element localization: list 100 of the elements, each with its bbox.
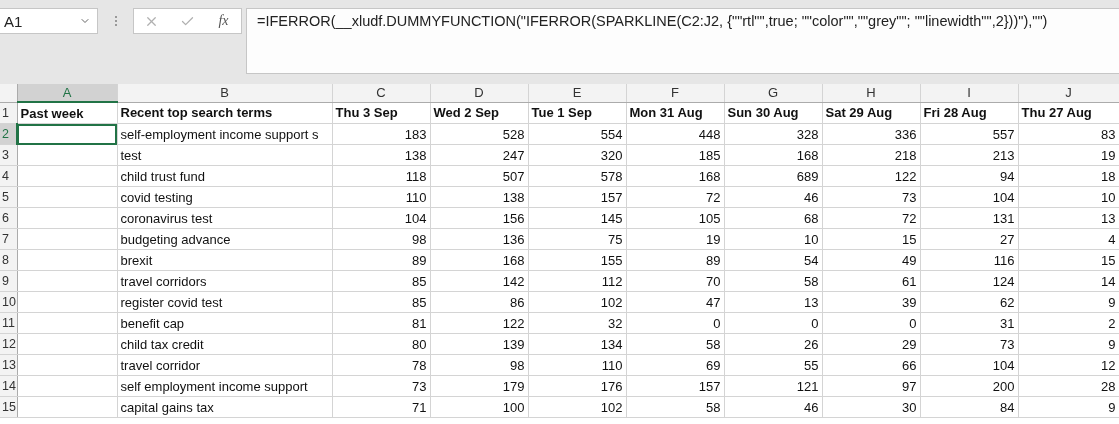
table-cell: 183 — [332, 123, 430, 145]
formula-text: =IFERROR(__xludf.DUMMYFUNCTION("IFERROR(SPARKLINE(C2:J2, {""rtl"",true; ""color"",""grey""; ""linewidth"",2}))"),"") — [257, 13, 1048, 29]
table-cell: 98 — [332, 228, 430, 250]
column-header[interactable]: D — [430, 84, 528, 102]
table-cell: 73 — [822, 186, 920, 208]
table-cell: 168 — [430, 249, 528, 271]
table-cell: 9 — [1018, 291, 1119, 313]
column-header[interactable]: G — [724, 84, 822, 102]
row-header[interactable]: 6 — [0, 207, 17, 229]
table-cell: 554 — [528, 123, 626, 145]
table-cell: travel corridor — [117, 354, 332, 376]
table-cell: 70 — [626, 270, 724, 292]
table-cell: 66 — [822, 354, 920, 376]
table-cell: 78 — [332, 354, 430, 376]
row-header[interactable]: 8 — [0, 249, 17, 271]
column-header[interactable]: A — [17, 84, 117, 102]
table-cell: 131 — [920, 207, 1018, 229]
table-cell: 54 — [724, 249, 822, 271]
selected-cell[interactable] — [17, 123, 117, 145]
insert-function-button[interactable]: fx — [216, 13, 231, 29]
table-cell: 62 — [920, 291, 1018, 313]
table-cell: 86 — [430, 291, 528, 313]
table-cell: 168 — [724, 144, 822, 166]
table-cell: 31 — [920, 312, 1018, 334]
table-cell: 18 — [1018, 165, 1119, 187]
row-header[interactable]: 14 — [0, 375, 17, 397]
row-header[interactable]: 12 — [0, 333, 17, 355]
table-cell: 138 — [430, 186, 528, 208]
row-header[interactable]: 13 — [0, 354, 17, 376]
table-cell: coronavirus test — [117, 207, 332, 229]
row-header[interactable]: 4 — [0, 165, 17, 187]
table-cell: 157 — [528, 186, 626, 208]
table-cell: 89 — [332, 249, 430, 271]
table-cell: 46 — [724, 396, 822, 418]
table-cell: 72 — [626, 186, 724, 208]
table-cell: 448 — [626, 123, 724, 145]
table-cell: test — [117, 144, 332, 166]
row-header[interactable]: 15 — [0, 396, 17, 418]
column-header[interactable]: F — [626, 84, 724, 102]
table-cell: 528 — [430, 123, 528, 145]
table-cell: 185 — [626, 144, 724, 166]
table-cell: 61 — [822, 270, 920, 292]
table-cell: 0 — [822, 312, 920, 334]
table-cell: 200 — [920, 375, 1018, 397]
table-cell: 179 — [430, 375, 528, 397]
row-header[interactable]: 11 — [0, 312, 17, 334]
row-header[interactable]: 1 — [0, 102, 17, 124]
table-cell: 104 — [920, 186, 1018, 208]
row-header[interactable]: 3 — [0, 144, 17, 166]
table-cell: 124 — [920, 270, 1018, 292]
table-cell: 176 — [528, 375, 626, 397]
column-header[interactable]: H — [822, 84, 920, 102]
table-cell: brexit — [117, 249, 332, 271]
column-title-cell: Recent top search terms — [117, 102, 332, 124]
column-title-cell: Sat 29 Aug — [822, 102, 920, 124]
table-cell: 0 — [724, 312, 822, 334]
table-cell: 89 — [626, 249, 724, 271]
table-cell: 102 — [528, 291, 626, 313]
table-cell: 30 — [822, 396, 920, 418]
table-cell: 4 — [1018, 228, 1119, 250]
table-cell: 110 — [528, 354, 626, 376]
table-cell: 15 — [1018, 249, 1119, 271]
table-cell: 27 — [920, 228, 1018, 250]
table-cell: covid testing — [117, 186, 332, 208]
table-cell: 73 — [332, 375, 430, 397]
table-cell: 0 — [626, 312, 724, 334]
table-cell: 104 — [332, 207, 430, 229]
table-cell: 55 — [724, 354, 822, 376]
table-cell: 84 — [920, 396, 1018, 418]
table-cell: self employment income support — [117, 375, 332, 397]
column-header[interactable]: J — [1018, 84, 1119, 102]
table-cell: 14 — [1018, 270, 1119, 292]
table-cell: 328 — [724, 123, 822, 145]
name-box[interactable]: A1 — [0, 8, 98, 34]
row-header[interactable]: 10 — [0, 291, 17, 313]
column-title-cell: Fri 28 Aug — [920, 102, 1018, 124]
column-header[interactable]: I — [920, 84, 1018, 102]
row-header[interactable]: 7 — [0, 228, 17, 250]
table-cell: 47 — [626, 291, 724, 313]
table-cell: 85 — [332, 291, 430, 313]
table-cell: 121 — [724, 375, 822, 397]
column-header[interactable]: E — [528, 84, 626, 102]
table-cell: 13 — [1018, 207, 1119, 229]
table-cell: capital gains tax — [117, 396, 332, 418]
table-cell: 58 — [626, 333, 724, 355]
row-header[interactable]: 2 — [0, 123, 17, 145]
column-header[interactable]: B — [117, 84, 332, 102]
formula-field[interactable]: =IFERROR(__xludf.DUMMYFUNCTION("IFERROR(SPARKLINE(C2:J2, {""rtl"",true; ""color"",""grey""; ""linewidth"",2}))"),"") — [246, 8, 1119, 74]
column-title-cell: Thu 3 Sep — [332, 102, 430, 124]
table-cell: 32 — [528, 312, 626, 334]
row-header[interactable]: 5 — [0, 186, 17, 208]
table-cell: self-employment income support s — [117, 123, 332, 145]
table-cell: 138 — [332, 144, 430, 166]
table-cell: 134 — [528, 333, 626, 355]
row-header[interactable]: 9 — [0, 270, 17, 292]
table-cell: 247 — [430, 144, 528, 166]
table-cell: 156 — [430, 207, 528, 229]
column-header[interactable]: C — [332, 84, 430, 102]
column-title-cell: Mon 31 Aug — [626, 102, 724, 124]
table-cell: 9 — [1018, 396, 1119, 418]
